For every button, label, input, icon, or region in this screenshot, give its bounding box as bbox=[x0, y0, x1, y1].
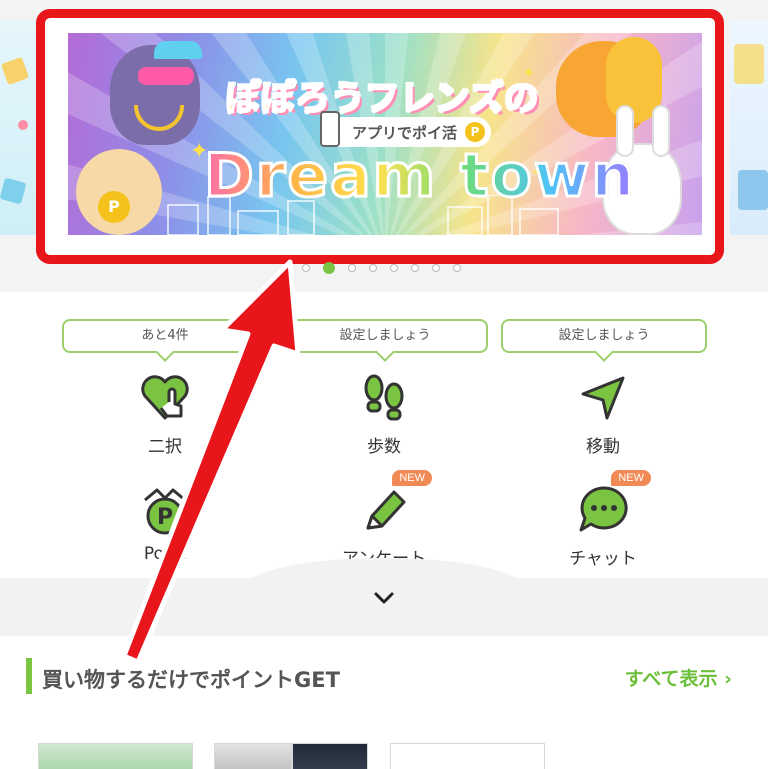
carousel-dot[interactable] bbox=[369, 264, 377, 272]
new-badge: NEW bbox=[392, 470, 432, 486]
menu-item-point[interactable]: P Point bbox=[90, 484, 240, 564]
banner-subtitle: アプリでポイ活 bbox=[352, 123, 458, 142]
see-all-link[interactable]: すべて表示 › bbox=[625, 664, 732, 691]
menu-item-move[interactable]: 移動 bbox=[528, 372, 678, 457]
carousel-dot[interactable] bbox=[348, 264, 356, 272]
feature-menu-grid: あと4件 設定しましょう 設定しましょう 二択 歩数 移動 P Point NE… bbox=[0, 292, 768, 578]
menu-item-label: 歩数 bbox=[367, 437, 401, 457]
hint-bubble: 設定しましょう bbox=[282, 319, 488, 353]
hint-bubble: 設定しましょう bbox=[501, 319, 707, 353]
menu-item-choice[interactable]: 二択 bbox=[90, 372, 240, 457]
carousel-dot[interactable] bbox=[432, 264, 440, 272]
expand-menu-band[interactable] bbox=[0, 558, 768, 636]
hint-bubble: あと4件 bbox=[62, 319, 268, 353]
carousel-dot[interactable] bbox=[453, 264, 461, 272]
next-banner-peek[interactable] bbox=[730, 20, 768, 235]
banner-logo-text: Dream town bbox=[202, 140, 637, 213]
point-coin-icon: P bbox=[139, 484, 191, 536]
carousel-dot-active[interactable] bbox=[323, 262, 335, 274]
section-accent-bar bbox=[26, 658, 32, 694]
owl-character bbox=[110, 41, 202, 145]
hamster-character: P bbox=[76, 149, 162, 235]
chat-bubble-icon: NEW bbox=[577, 470, 651, 536]
carousel-pagination[interactable] bbox=[302, 262, 461, 274]
menu-item-survey[interactable]: NEW アンケート bbox=[309, 470, 459, 569]
shop-thumbnail[interactable] bbox=[390, 743, 545, 769]
svg-text:P: P bbox=[157, 505, 173, 530]
dream-town-banner[interactable]: P ✦ ✦ ✦ ぽぽろうフレンズの アプリでポイ活 P Dream town bbox=[68, 33, 702, 235]
navigation-arrow-icon bbox=[577, 372, 629, 424]
heart-hand-icon bbox=[139, 372, 191, 424]
menu-item-label: 二択 bbox=[148, 437, 182, 457]
shopping-points-section: 買い物するだけでポイントGET すべて表示 › bbox=[0, 636, 768, 769]
menu-item-steps[interactable]: 歩数 bbox=[309, 372, 459, 457]
new-badge: NEW bbox=[611, 470, 651, 486]
carousel-dot[interactable] bbox=[411, 264, 419, 272]
tiger-character bbox=[556, 37, 662, 137]
menu-item-label: チャット bbox=[569, 549, 637, 569]
pencil-icon: NEW bbox=[358, 470, 432, 536]
section-title: 買い物するだけでポイントGET bbox=[42, 668, 340, 692]
menu-item-chat[interactable]: NEW チャット bbox=[528, 470, 678, 569]
banner-title: ぽぽろうフレンズの bbox=[225, 78, 540, 120]
chevron-down-icon[interactable] bbox=[372, 586, 396, 610]
menu-item-label: Point bbox=[143, 544, 187, 564]
footprints-icon bbox=[358, 372, 410, 424]
shop-thumbnail[interactable] bbox=[38, 743, 193, 769]
carousel-dot[interactable] bbox=[390, 264, 398, 272]
shop-thumbnail[interactable] bbox=[292, 743, 368, 769]
menu-item-label: 移動 bbox=[586, 437, 620, 457]
shop-thumbnail[interactable] bbox=[214, 743, 292, 769]
carousel-dot[interactable] bbox=[302, 264, 310, 272]
point-coin-icon: P bbox=[465, 122, 486, 142]
